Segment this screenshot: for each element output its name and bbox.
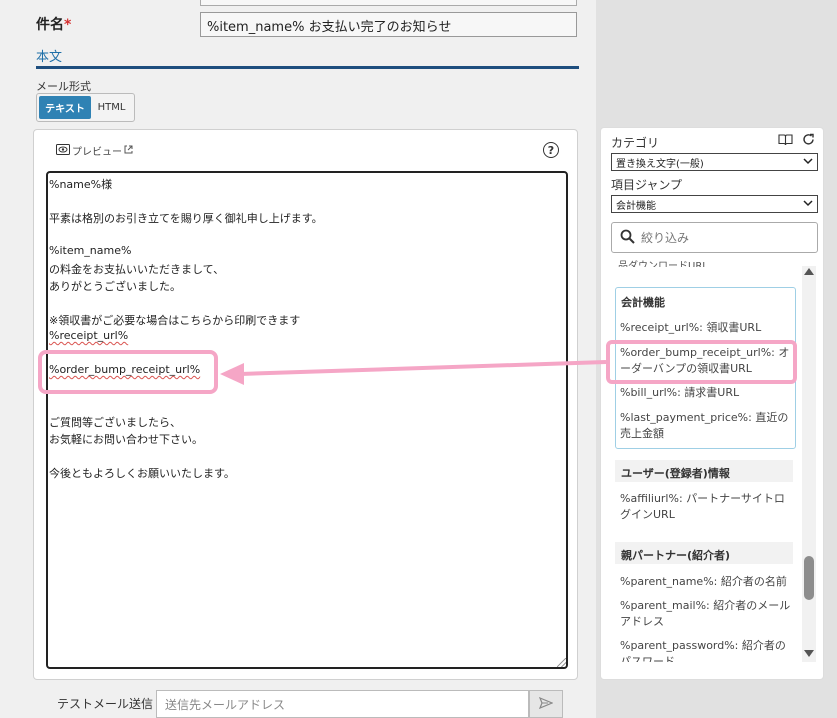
annotation-arrow [220, 360, 607, 385]
